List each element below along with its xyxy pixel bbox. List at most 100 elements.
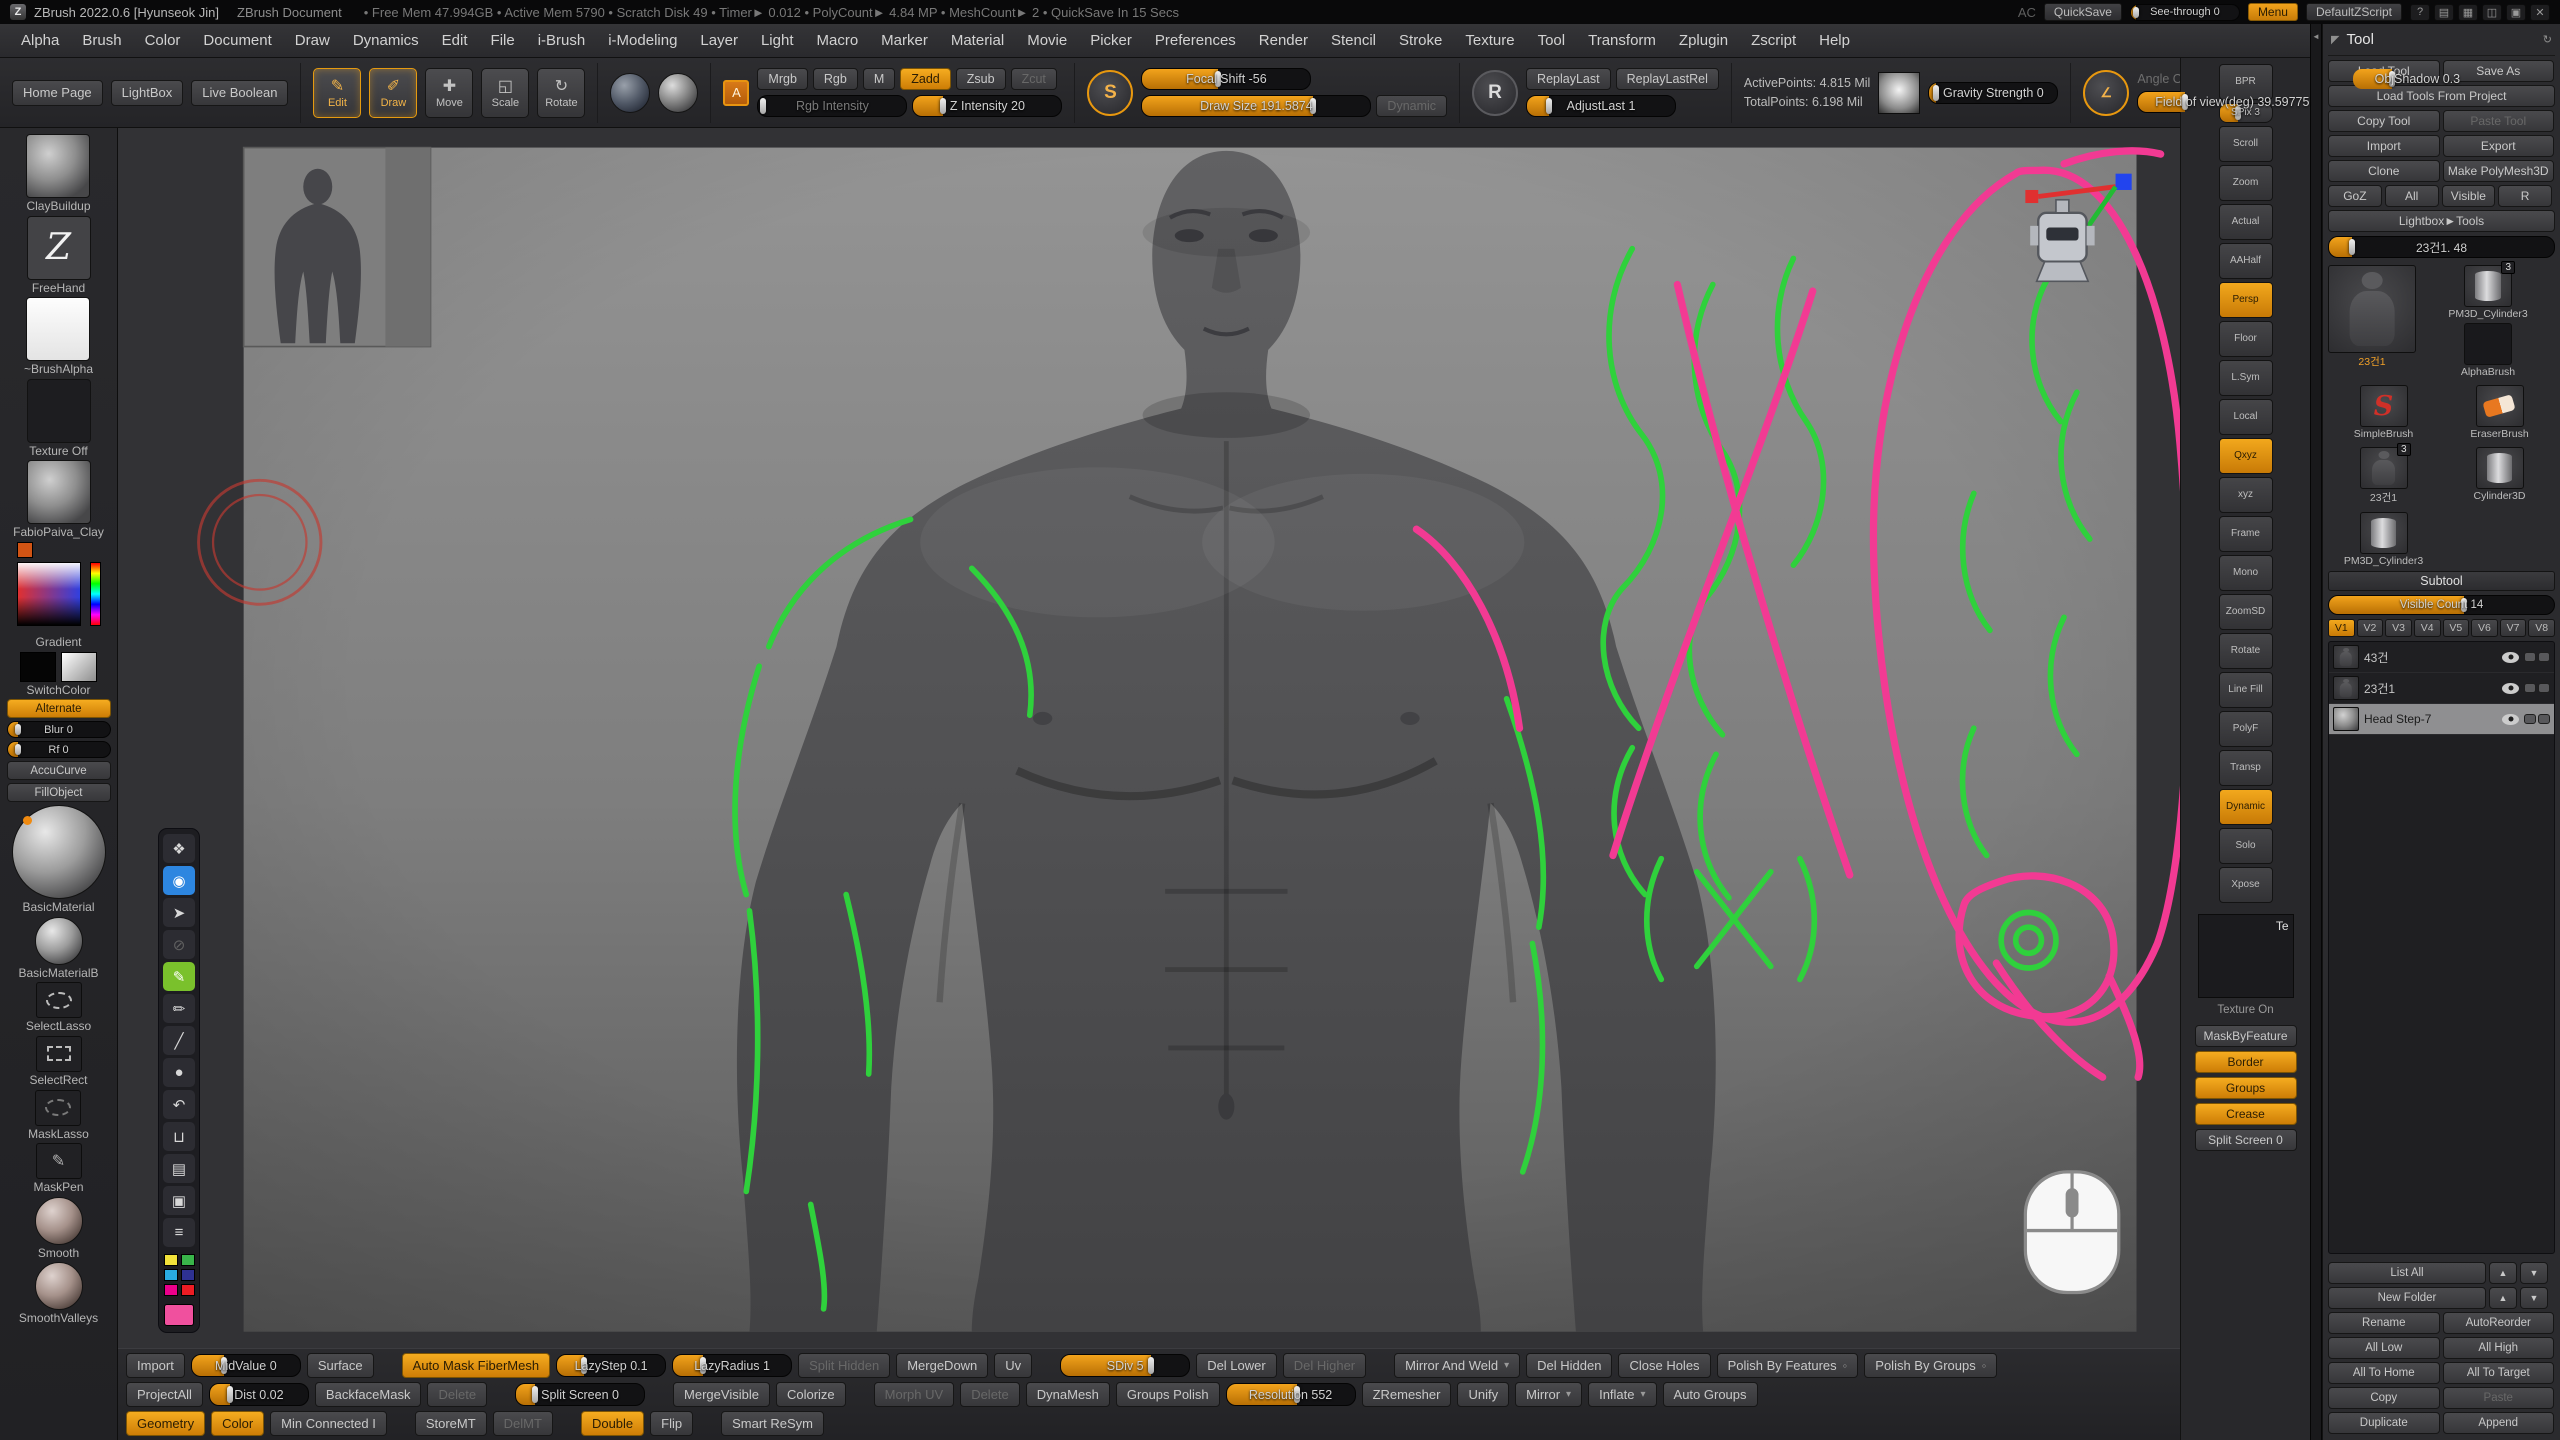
tool-panel-button[interactable]: GoZ [2328, 185, 2382, 207]
tool-panel-button[interactable]: Paste Tool [2443, 110, 2555, 132]
right-shelf-button[interactable]: ZoomSD [2219, 594, 2273, 630]
bottom-shelf-item[interactable]: Color [211, 1411, 264, 1436]
menu-item[interactable]: i-Modeling [597, 28, 688, 53]
active-tool-name-slider[interactable]: 23건1. 48 [2328, 236, 2555, 258]
tray-collapse-icon[interactable]: ◄ [2312, 32, 2320, 1440]
paint-mode-button[interactable]: Rgb [813, 68, 858, 90]
menu-item[interactable]: Zplugin [1668, 28, 1739, 53]
current-color-swatch[interactable] [17, 542, 33, 558]
bottom-shelf-item[interactable]: Smart ReSym [721, 1411, 824, 1436]
subtool-action-button[interactable]: All High [2443, 1337, 2555, 1359]
saturation-value-picker[interactable] [17, 562, 81, 626]
tool-thumbnail[interactable] [2476, 447, 2524, 489]
sculpt-canvas[interactable]: ❖◉➤⊘✎✏╱●↶⊔▤▣≡ [118, 128, 2180, 1348]
bottom-shelf-item[interactable]: MergeVisible [673, 1382, 770, 1407]
subtool-thumbnail[interactable] [2333, 676, 2359, 700]
right-mini-button[interactable]: Crease [2195, 1103, 2297, 1125]
rf-slider[interactable]: Rf 0 [7, 741, 111, 758]
menu-item[interactable]: Picker [1079, 28, 1143, 53]
menu-item[interactable]: Edit [431, 28, 479, 53]
bottom-shelf-item[interactable]: Unify [1457, 1382, 1509, 1407]
pen-tool-button[interactable]: ▤ [163, 1154, 195, 1183]
bottom-shelf-item[interactable]: Min Connected I [270, 1411, 387, 1436]
bottom-shelf-item[interactable] [493, 1394, 509, 1396]
subtool-action-button[interactable]: New Folder [2328, 1287, 2486, 1309]
texture-thumbnail[interactable] [27, 379, 91, 443]
subtool-item[interactable]: 23건1 [2329, 673, 2554, 704]
tool-panel-button[interactable]: Clone [2328, 160, 2440, 182]
menu-item[interactable]: Document [192, 28, 282, 53]
subtool-option-pill[interactable] [2538, 714, 2550, 724]
version-tab[interactable]: V5 [2443, 619, 2470, 637]
bottom-shelf-item[interactable]: SDiv 5 [1060, 1354, 1190, 1377]
brush-alpha-preview[interactable] [1878, 72, 1920, 114]
visible-count-slider[interactable]: Visible Count 14 [2328, 595, 2555, 615]
hue-strip[interactable] [90, 562, 101, 626]
mode-button[interactable]: ✚ Move [425, 68, 473, 118]
bottom-shelf-item[interactable]: Uv [994, 1353, 1032, 1378]
material-thumbnail-basicb[interactable] [35, 917, 83, 965]
right-shelf-button[interactable]: xyz [2219, 477, 2273, 513]
tool-thumbnail-active[interactable] [2328, 265, 2416, 353]
right-shelf-button[interactable]: Mono [2219, 555, 2273, 591]
palette-swatch[interactable] [164, 1269, 178, 1281]
titlebar-icon[interactable]: ▣ [2506, 4, 2526, 21]
mask-lasso-thumbnail[interactable] [35, 1090, 81, 1126]
bottom-shelf-item[interactable]: Polish By Groups [1864, 1353, 1997, 1378]
bottom-shelf-item[interactable]: LazyStep 0.1 [556, 1354, 666, 1377]
menu-item[interactable]: Color [134, 28, 192, 53]
bottom-shelf-item[interactable] [651, 1394, 667, 1396]
pen-tool-button[interactable]: ⊘ [163, 930, 195, 959]
right-shelf-button[interactable]: Scroll [2219, 126, 2273, 162]
bottom-shelf-item[interactable] [699, 1422, 715, 1424]
quicksave-button[interactable]: QuickSave [2044, 3, 2122, 21]
right-shelf-button[interactable]: AAHalf [2219, 243, 2273, 279]
right-shelf-button[interactable]: L.Sym [2219, 360, 2273, 396]
right-mini-button[interactable]: MaskByFeature [2195, 1025, 2297, 1047]
brush-thumbnail-fabiopaiva[interactable] [27, 460, 91, 524]
right-shelf-button[interactable]: Actual [2219, 204, 2273, 240]
menu-item[interactable]: Macro [805, 28, 869, 53]
menu-item[interactable]: Tool [1527, 28, 1577, 53]
menu-item[interactable]: Stencil [1320, 28, 1387, 53]
bottom-shelf-item[interactable]: ZRemesher [1362, 1382, 1452, 1407]
texture-thumbnail-box[interactable]: Te [2198, 914, 2294, 998]
right-shelf-button[interactable]: Line Fill [2219, 672, 2273, 708]
subtool-option-pill[interactable] [2538, 652, 2550, 662]
bottom-shelf-item[interactable]: MidValue 0 [191, 1354, 301, 1377]
subtool-section-header[interactable]: Subtool [2328, 571, 2555, 591]
tool-panel-button[interactable]: Copy Tool [2328, 110, 2440, 132]
version-tab[interactable]: V3 [2385, 619, 2412, 637]
bottom-shelf-item[interactable]: Surface [307, 1353, 374, 1378]
tool-thumbnail[interactable]: 3 [2464, 265, 2512, 307]
right-shelf-button[interactable]: Zoom [2219, 165, 2273, 201]
brush-thumbnail-claybuildup[interactable] [26, 134, 90, 198]
menu-item[interactable]: Movie [1016, 28, 1078, 53]
bottom-shelf-item[interactable]: Auto Mask FiberMesh [402, 1353, 550, 1378]
gravity-strength-slider[interactable]: Gravity Strength 0 [1928, 82, 2058, 104]
pen-tool-button[interactable]: ❖ [163, 834, 195, 863]
paint-mode-button[interactable]: Mrgb [757, 68, 807, 90]
tool-thumbnail[interactable] [2360, 512, 2408, 554]
subtool-option-pill[interactable] [2524, 683, 2536, 693]
right-mini-button[interactable]: Split Screen 0 [2195, 1129, 2297, 1151]
tool-thumbnail[interactable]: 3 [2360, 447, 2408, 489]
right-shelf-button[interactable]: Local [2219, 399, 2273, 435]
dynamic-mode-button[interactable]: Dynamic [1376, 95, 1447, 117]
visibility-eye-icon[interactable] [2502, 683, 2519, 694]
bottom-shelf-item[interactable]: MergeDown [896, 1353, 988, 1378]
pen-tool-button[interactable]: ⊔ [163, 1122, 195, 1151]
replay-last-button[interactable]: ReplayLast [1526, 68, 1611, 90]
bottom-shelf-item[interactable]: Close Holes [1618, 1353, 1710, 1378]
subtool-thumbnail[interactable] [2333, 707, 2359, 731]
menu-item[interactable]: Material [940, 28, 1015, 53]
tool-panel-button[interactable]: Visible [2442, 185, 2496, 207]
menu-item[interactable]: Layer [689, 28, 749, 53]
menu-item[interactable]: Dynamics [342, 28, 430, 53]
bottom-shelf-item[interactable]: ProjectAll [126, 1382, 203, 1407]
menu-item[interactable]: Draw [284, 28, 341, 53]
menu-item[interactable]: Render [1248, 28, 1319, 53]
rgb-intensity-slider[interactable]: Rgb Intensity [757, 95, 907, 117]
color-picker[interactable] [15, 542, 103, 634]
mode-button[interactable]: ◱ Scale [481, 68, 529, 118]
